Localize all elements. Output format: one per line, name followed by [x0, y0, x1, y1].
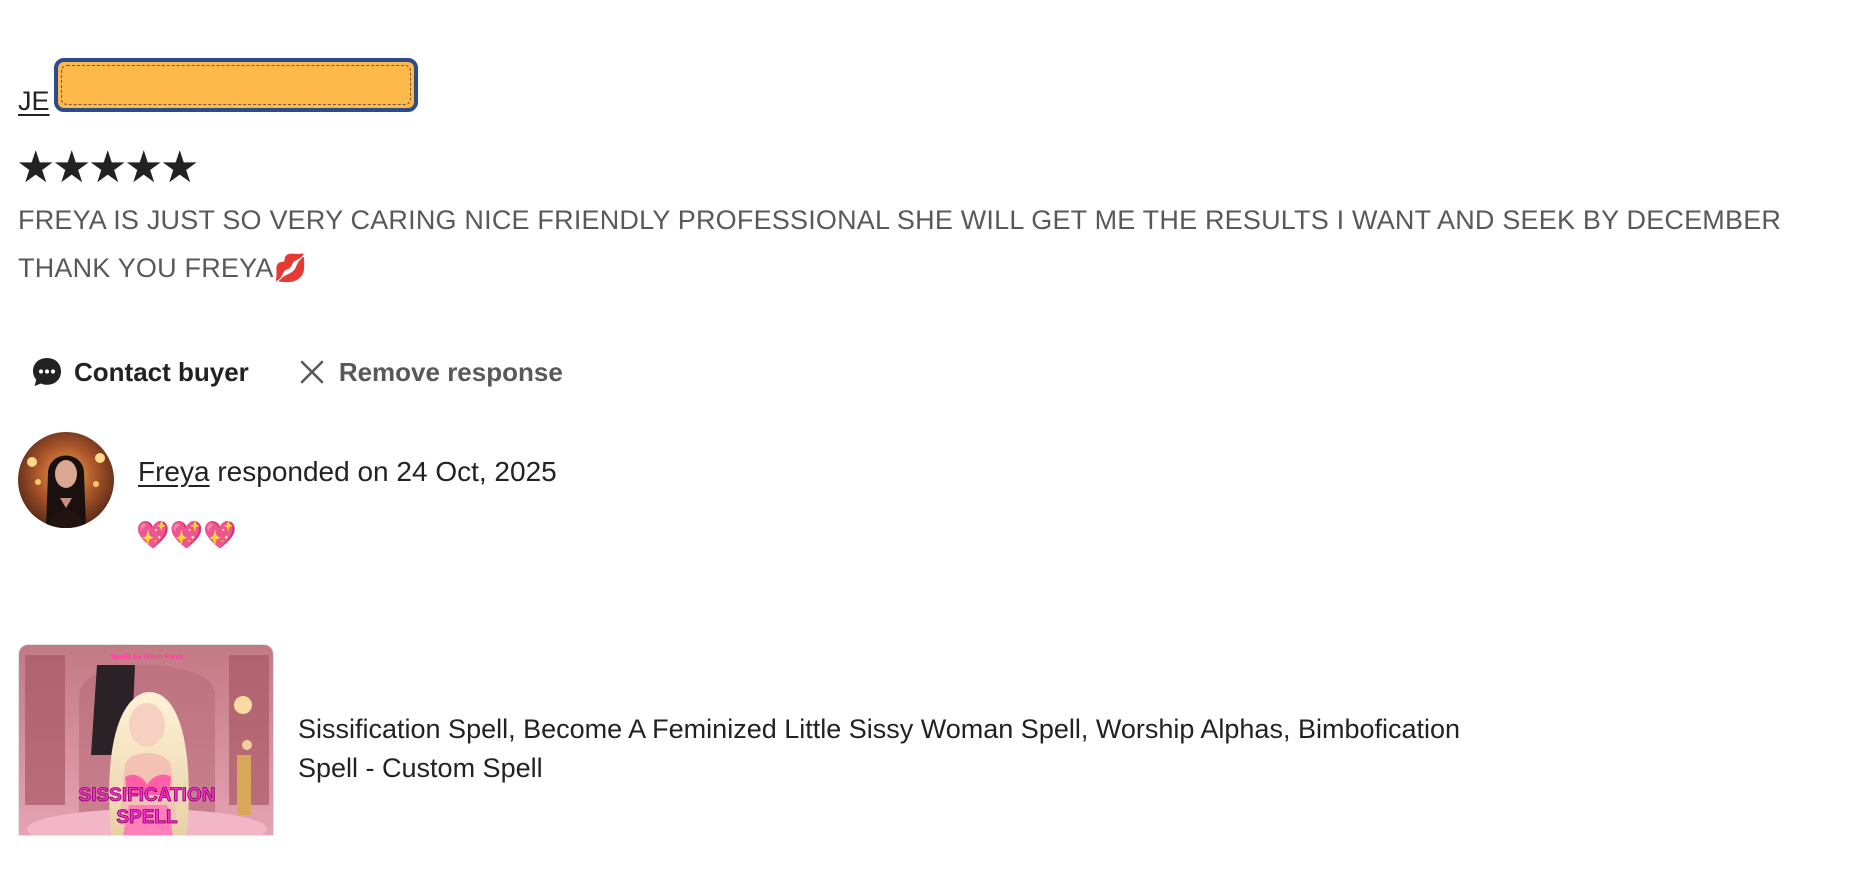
contact-buyer-button[interactable]: Contact buyer: [30, 355, 249, 389]
star-icon: ★: [160, 142, 200, 193]
review-actions: Contact buyer Remove response: [30, 350, 609, 394]
thumb-caption-line1: SISSIFICATION: [79, 785, 216, 806]
contact-buyer-label: Contact buyer: [74, 356, 249, 387]
star-icon: ★: [16, 142, 56, 193]
seller-name-link[interactable]: Freya: [138, 456, 210, 487]
seller-avatar[interactable]: [18, 432, 114, 528]
response-text: 💖💖💖: [136, 520, 237, 551]
listing-image: Spells by Witch Freya SISSIFICATION SPEL…: [19, 645, 273, 835]
avatar-image: [18, 432, 114, 528]
buyer-name-link[interactable]: JE: [18, 86, 50, 117]
thumb-header-text: Spells by Witch Freya: [111, 654, 183, 661]
review-text: FREYA IS JUST SO VERY CARING NICE FRIEND…: [18, 205, 1782, 283]
star-rating: ★ ★ ★ ★ ★: [16, 142, 200, 193]
chat-bubble-icon: [33, 358, 61, 386]
response-meta: Freya responded on 24 Oct, 2025: [138, 456, 557, 488]
thumb-caption-line2: SPELL: [116, 807, 178, 828]
listing-thumbnail[interactable]: Spells by Witch Freya SISSIFICATION SPEL…: [18, 644, 274, 836]
remove-response-button[interactable]: Remove response: [295, 355, 563, 389]
star-icon: ★: [52, 142, 92, 193]
star-icon: ★: [88, 142, 128, 193]
listing-title-link[interactable]: Sissification Spell, Become A Feminized …: [298, 710, 1498, 788]
star-icon: ★: [124, 142, 164, 193]
response-date-text: responded on 24 Oct, 2025: [209, 456, 557, 487]
close-icon: [300, 360, 324, 384]
redaction-overlay: [54, 58, 418, 112]
remove-response-label: Remove response: [338, 356, 563, 387]
